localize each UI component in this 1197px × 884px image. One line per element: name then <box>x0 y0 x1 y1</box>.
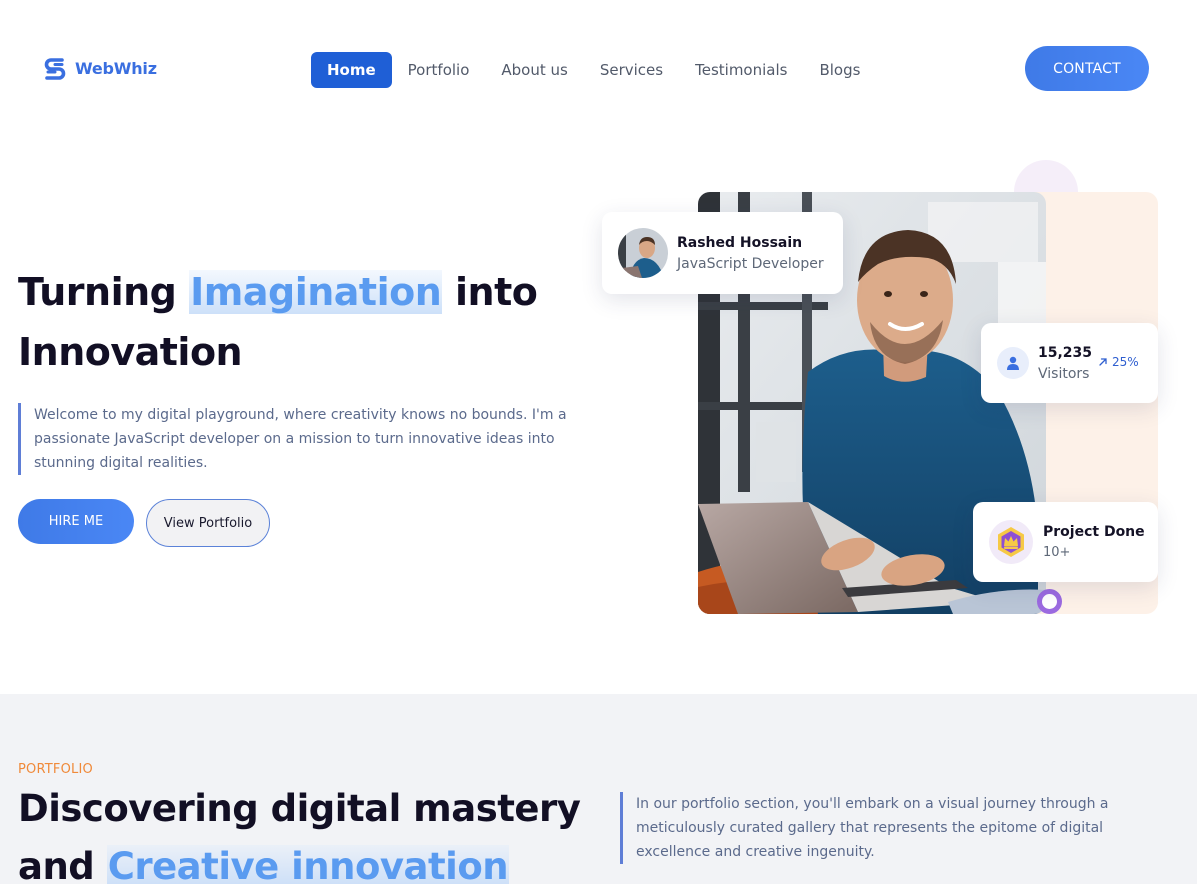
portfolio-title: Discovering digital mastery and Creative … <box>18 780 598 884</box>
hero-title-start: Turning <box>18 270 190 314</box>
hero-title-highlight: Imagination <box>189 270 443 314</box>
crown-badge-icon <box>989 520 1033 564</box>
visitors-card: 15,235 Visitors 25% <box>981 323 1158 403</box>
visitors-trend-value: 25% <box>1112 355 1139 369</box>
visitors-trend: 25% <box>1098 355 1139 369</box>
portfolio-description: In our portfolio section, you'll embark … <box>620 792 1140 864</box>
portfolio-section: PORTFOLIO Discovering digital mastery and… <box>0 694 1197 884</box>
profile-name: Rashed Hossain <box>677 234 803 251</box>
portfolio-title-highlight: Creative innovation <box>106 845 510 884</box>
hero-description: Welcome to my digital playground, where … <box>18 403 578 475</box>
project-card: Project Done 10+ <box>973 502 1158 582</box>
avatar-image <box>618 228 668 278</box>
user-icon <box>997 347 1029 379</box>
arrow-up-right-icon <box>1099 358 1107 366</box>
avatar <box>618 228 668 278</box>
profile-role: JavaScript Developer <box>677 255 824 272</box>
nav-about-us[interactable]: About us <box>485 52 583 88</box>
portfolio-title-line2-start: and <box>18 845 107 884</box>
contact-button[interactable]: CONTACT <box>1025 46 1149 91</box>
decorative-ring <box>1037 589 1062 614</box>
brand-name: WebWhiz <box>75 58 157 78</box>
brand-logo[interactable]: WebWhiz <box>42 55 157 81</box>
view-portfolio-button[interactable]: View Portfolio <box>146 499 270 547</box>
project-title: Project Done <box>1043 524 1145 540</box>
profile-card: Rashed Hossain JavaScript Developer <box>602 212 843 294</box>
nav-blogs[interactable]: Blogs <box>803 52 876 88</box>
main-nav: Home Portfolio About us Services Testimo… <box>311 52 876 88</box>
s-swirl-logo-icon <box>44 58 66 80</box>
visitors-label: Visitors <box>1038 365 1090 382</box>
nav-testimonials[interactable]: Testimonials <box>679 52 803 88</box>
hero-title: Turning Imagination into Innovation <box>18 262 578 382</box>
nav-portfolio[interactable]: Portfolio <box>392 52 486 88</box>
hire-me-button[interactable]: HIRE ME <box>18 499 134 544</box>
project-count: 10+ <box>1043 545 1071 560</box>
nav-home[interactable]: Home <box>311 52 392 88</box>
portfolio-tag: PORTFOLIO <box>18 762 93 777</box>
nav-services[interactable]: Services <box>584 52 679 88</box>
portfolio-title-line1: Discovering digital mastery <box>18 787 581 830</box>
visitors-count: 15,235 <box>1038 344 1093 361</box>
